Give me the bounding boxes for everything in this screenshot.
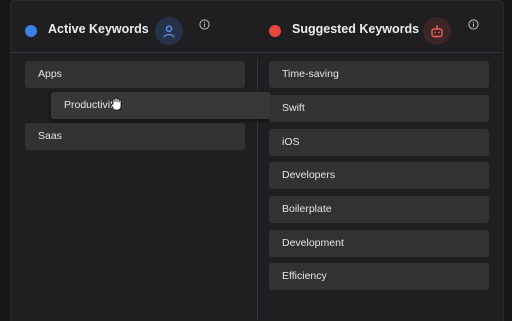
user-icon[interactable]	[155, 17, 183, 45]
active-keywords-title: Active Keywords	[48, 22, 149, 36]
suggested-keyword-chip[interactable]: iOS	[269, 129, 489, 156]
suggested-keyword-chip[interactable]: Swift	[269, 95, 489, 122]
suggested-keyword-chip[interactable]: Time-saving	[269, 61, 489, 88]
panel-header: Active Keywords Suggested Keywords	[10, 0, 502, 53]
suggested-keyword-chip[interactable]: Efficiency	[269, 263, 489, 290]
suggested-keyword-chip[interactable]: Developers	[269, 162, 489, 189]
grab-hand-icon	[110, 97, 122, 111]
active-keyword-chip[interactable]: Saas	[25, 123, 245, 150]
dragging-keyword-chip[interactable]: Productivity	[51, 92, 271, 119]
suggested-keyword-chip[interactable]: Development	[269, 230, 489, 257]
keyword-manager: Active Keywords Suggested Keywords Apps …	[0, 0, 512, 321]
suggested-keywords-title: Suggested Keywords	[292, 22, 420, 36]
active-dot-icon	[25, 25, 37, 37]
suggested-dot-icon	[269, 25, 281, 37]
robot-icon[interactable]	[423, 17, 451, 45]
suggested-keyword-chip[interactable]: Boilerplate	[269, 196, 489, 223]
active-keyword-chip[interactable]: Apps	[25, 61, 245, 88]
suggested-info-icon[interactable]	[468, 19, 479, 30]
active-info-icon[interactable]	[199, 19, 210, 30]
